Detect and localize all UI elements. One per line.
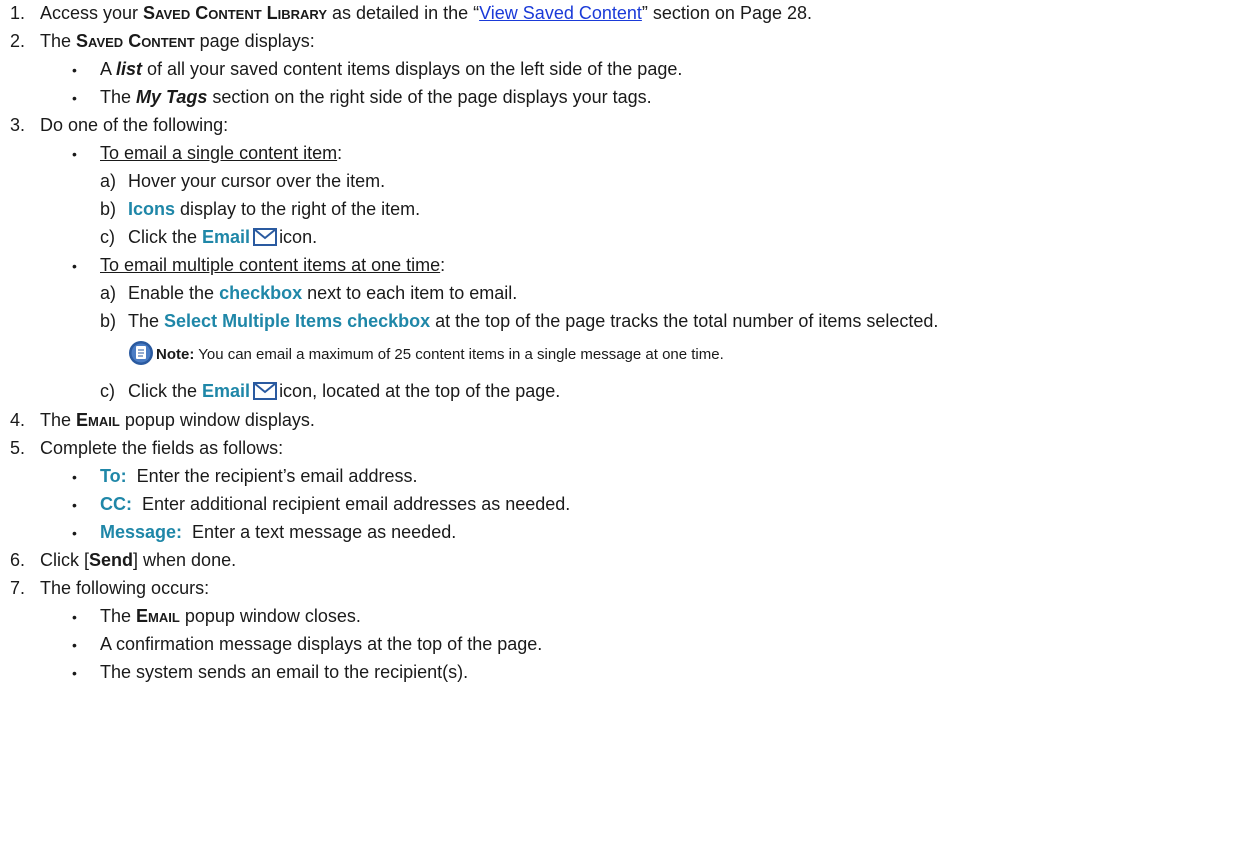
step-number: 2. <box>10 31 26 51</box>
substep-text: icon, located at the top of the page. <box>279 381 561 401</box>
step-number: 5. <box>10 438 26 458</box>
note-icon <box>128 340 154 366</box>
colon: : <box>337 143 343 163</box>
step-number: 4. <box>10 410 26 430</box>
email-popup-label: Email <box>76 410 120 430</box>
to-field-label: To: <box>100 466 127 486</box>
bullet: • <box>72 258 77 274</box>
message-field-label: Message: <box>100 522 183 542</box>
bullet-text: A confirmation message displays at the t… <box>100 634 543 654</box>
step-text: Click [ <box>40 550 89 570</box>
substep-letter: b) <box>100 311 117 331</box>
bullet-text: The <box>100 606 137 626</box>
colon: : <box>440 255 446 275</box>
step-text: ] when done. <box>133 550 237 570</box>
bullet: • <box>72 146 77 162</box>
saved-content-library-label: Saved Content Library <box>143 3 327 23</box>
substep-text: Click the <box>128 381 203 401</box>
substep-letter: a) <box>100 171 117 191</box>
step-text: The <box>40 410 77 430</box>
bullet: • <box>72 637 77 653</box>
my-tags-emphasis: My Tags <box>136 87 208 107</box>
bullet: • <box>72 469 77 485</box>
bullet: • <box>72 665 77 681</box>
bullet: • <box>72 609 77 625</box>
substep-text: Hover your cursor over the item. <box>128 171 386 191</box>
step-text: Do one of the following: <box>40 115 229 135</box>
substep-letter: a) <box>100 283 117 303</box>
multi-item-heading: To email multiple content items at one t… <box>100 255 441 275</box>
substep-text: at the top of the page tracks the total … <box>430 311 939 331</box>
cc-field-label: CC: <box>100 494 132 514</box>
step-text: as detailed in the “ <box>327 3 480 23</box>
bullet-text: popup window closes. <box>179 606 361 626</box>
substep-text: Click the <box>128 227 203 247</box>
checkbox-label: checkbox <box>219 283 303 303</box>
note-label: Note: <box>156 346 195 363</box>
bullet-text: Enter a text message as needed. <box>182 522 457 542</box>
bullet: • <box>72 90 77 106</box>
substep-text: icon. <box>279 227 318 247</box>
step-text: popup window displays. <box>119 410 315 430</box>
substep-text: Enable the <box>128 283 220 303</box>
step-number: 3. <box>10 115 26 135</box>
substep-text: display to the right of the item. <box>175 199 421 219</box>
bullet: • <box>72 62 77 78</box>
bullet: • <box>72 525 77 541</box>
bullet-text: The system sends an email to the recipie… <box>100 662 469 682</box>
substep-letter: c) <box>100 227 115 247</box>
bullet-text: Enter additional recipient email address… <box>132 494 571 514</box>
step-text: ” section on Page 28. <box>641 3 813 23</box>
step-number: 7. <box>10 578 26 598</box>
bullet-text: The <box>100 87 137 107</box>
substep-text: The <box>128 311 165 331</box>
envelope-icon <box>253 228 278 246</box>
substep-letter: b) <box>100 199 117 219</box>
select-multiple-label: Select Multiple Items checkbox <box>164 311 431 331</box>
note: Note: You can email a maximum of 25 cont… <box>128 340 724 370</box>
bullet-text: Enter the recipient’s email address. <box>126 466 418 486</box>
email-label: Email <box>202 381 251 401</box>
email-popup-label: Email <box>136 606 180 626</box>
view-saved-content-link[interactable]: View Saved Content <box>479 3 642 23</box>
step-text: The following occurs: <box>40 578 210 598</box>
saved-content-label: Saved Content <box>76 31 195 51</box>
send-label: Send <box>89 550 134 570</box>
step-number: 1. <box>10 3 26 23</box>
envelope-icon <box>253 382 278 400</box>
single-item-heading: To email a single content item <box>100 143 338 163</box>
note-text: You can email a maximum of 25 content it… <box>194 346 724 363</box>
substep-letter: c) <box>100 381 115 401</box>
bullet-text: of all your saved content items displays… <box>142 59 683 79</box>
step-number: 6. <box>10 550 26 570</box>
bullet: • <box>72 497 77 513</box>
bullet-text: section on the right side of the page di… <box>207 87 652 107</box>
bullet-text: A <box>100 59 117 79</box>
step-text: page displays: <box>194 31 315 51</box>
step-text: Complete the fields as follows: <box>40 438 284 458</box>
step-text: The <box>40 31 77 51</box>
substep-text: next to each item to email. <box>302 283 518 303</box>
icons-label: Icons <box>128 199 176 219</box>
email-label: Email <box>202 227 251 247</box>
step-text: Access your <box>40 3 144 23</box>
list-emphasis: list <box>116 59 143 79</box>
